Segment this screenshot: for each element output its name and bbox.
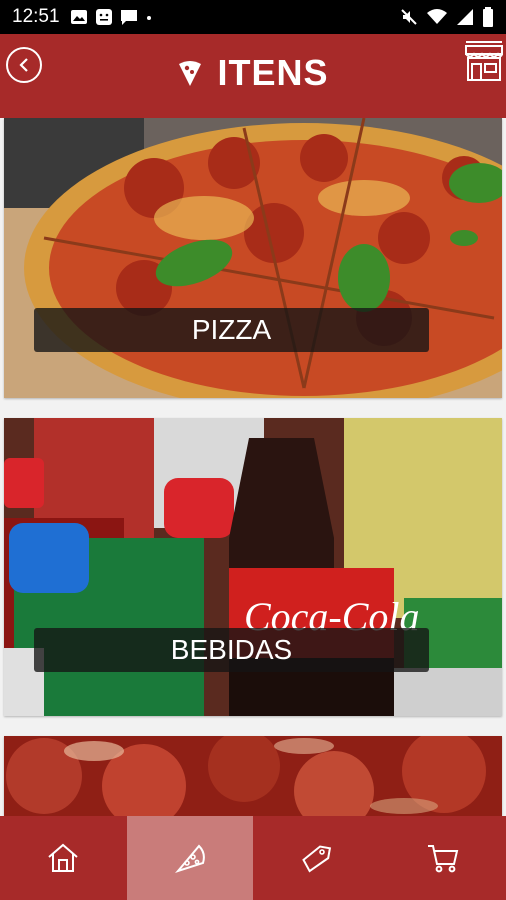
status-time: 12:51 [12, 6, 60, 27]
status-bar: 12:51 [0, 0, 506, 34]
page-title: ITENS [217, 52, 329, 93]
nav-home[interactable] [0, 816, 127, 900]
face-icon [95, 9, 112, 25]
home-icon [48, 843, 78, 872]
nav-items[interactable] [126, 816, 253, 900]
category-label: BEBIDAS [34, 628, 429, 672]
app-bar: ITENS [0, 34, 506, 118]
wifi-icon [427, 9, 447, 24]
category-label: PIZZA [34, 308, 429, 352]
bottom-nav [0, 816, 506, 900]
message-icon [120, 10, 137, 25]
store-icon [465, 41, 503, 81]
category-card-pizza[interactable]: PIZZA [4, 118, 502, 398]
category-card-bebidas[interactable]: Coca-Cola BEBIDAS [4, 418, 502, 716]
nav-cart[interactable] [380, 816, 506, 900]
tag-icon [302, 845, 332, 873]
dot-icon [146, 16, 151, 20]
battery-icon [483, 7, 493, 27]
store-button[interactable] [464, 40, 504, 84]
category-card-3[interactable] [4, 736, 502, 816]
pizza-slice-icon [174, 844, 205, 874]
pizza-slice-icon [179, 61, 202, 86]
signal-icon [457, 9, 473, 25]
image-icon [70, 10, 87, 24]
pizza-photo [4, 118, 502, 398]
mute-icon [401, 9, 417, 25]
cart-icon [427, 845, 459, 873]
category-list: PIZZA Coca-Cola BEBIDAS [0, 118, 506, 816]
pepperoni-photo [4, 736, 502, 816]
nav-coupons[interactable] [253, 816, 380, 900]
